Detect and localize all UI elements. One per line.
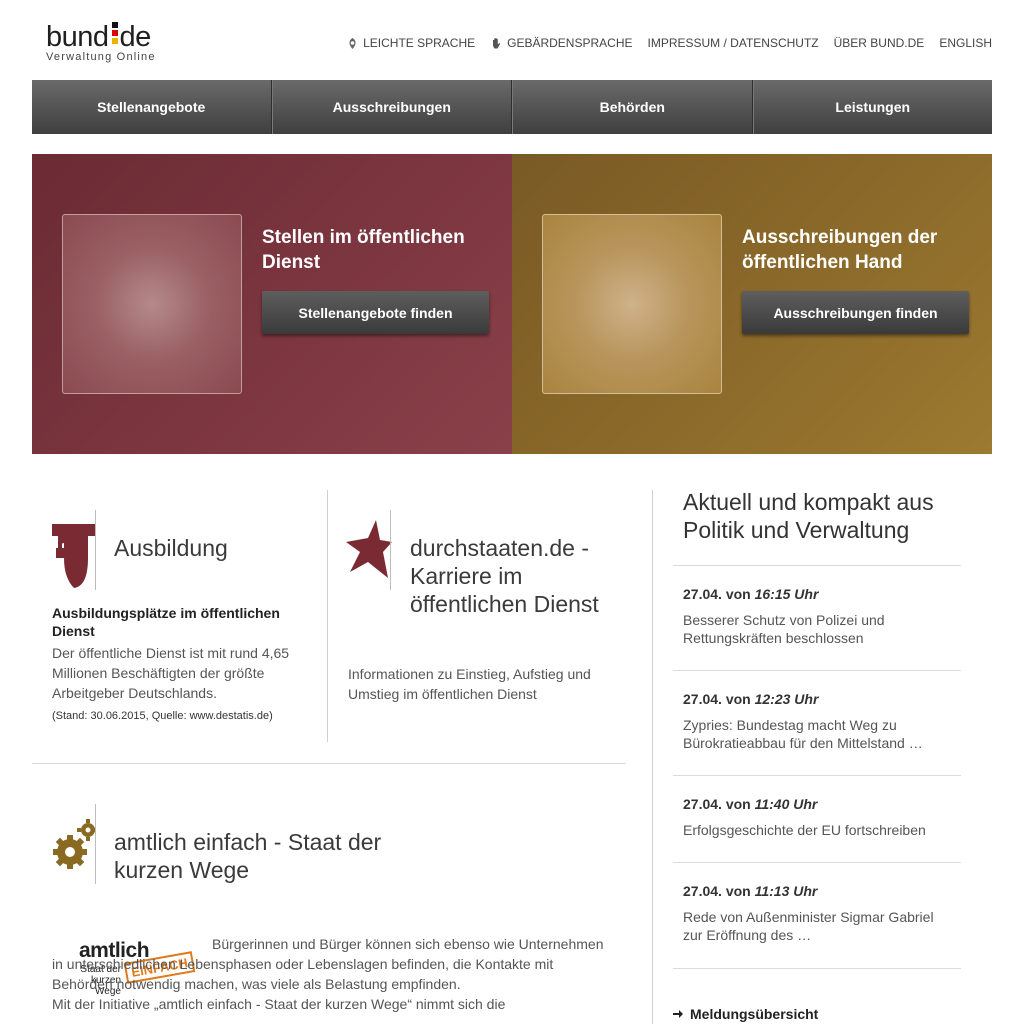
news-date: 27.04. von 12:23 Uhr bbox=[683, 691, 951, 707]
nav-behoerden[interactable]: Behörden bbox=[512, 80, 753, 134]
news-text[interactable]: Zypries: Bundestag macht Weg zu Bürokrat… bbox=[683, 716, 951, 752]
news-item[interactable]: 27.04. von 11:13 Uhr Rede von Außenminis… bbox=[673, 862, 961, 968]
leichte-sprache-label: LEICHTE SPRACHE bbox=[363, 36, 476, 50]
hero-stellen-title: Stellen im öffentlichen Dienst bbox=[262, 227, 465, 273]
news-date-von: von bbox=[725, 691, 751, 707]
gears-icon bbox=[52, 818, 96, 872]
column-divider bbox=[652, 490, 653, 1024]
amtlich-icon-divider bbox=[95, 804, 96, 884]
hero-section: Stellen im öffentlichen Dienst Stellenan… bbox=[32, 154, 992, 454]
news-item[interactable]: 27.04. von 11:40 Uhr Erfolgsgeschichte d… bbox=[673, 775, 961, 862]
news-date-time: 16:15 Uhr bbox=[754, 586, 819, 602]
news-date-time: 11:40 Uhr bbox=[754, 796, 818, 812]
hero-stellen-image bbox=[62, 214, 242, 394]
news-item[interactable]: 27.04. von 12:23 Uhr Zypries: Bundestag … bbox=[673, 670, 961, 775]
news-text[interactable]: Erfolgsgeschichte der EU fortschreiben bbox=[683, 821, 951, 839]
ausbildung-note: (Stand: 30.06.2015, Quelle: www.destatis… bbox=[52, 710, 273, 722]
impressum-label: IMPRESSUM / DATENSCHUTZ bbox=[647, 36, 819, 50]
gebaerdensprache-label: GEBÄRDENSPRACHE bbox=[507, 36, 633, 50]
ausbildung-text: Der öffentliche Dienst ist mit rund 4,65… bbox=[52, 645, 290, 701]
ausbildung-subtitle[interactable]: Ausbildungsplätze im öffentlichen Dienst bbox=[52, 604, 314, 640]
logo-bund-text: bund bbox=[46, 21, 109, 53]
leichte-sprache-link[interactable]: LEICHTE SPRACHE bbox=[346, 36, 475, 50]
teaser-divider-vertical bbox=[327, 490, 328, 742]
news-date: 27.04. von 11:40 Uhr bbox=[683, 796, 951, 812]
hero-ausschreibungen-title: Ausschreibungen der öffentlichen Hand bbox=[742, 227, 938, 273]
news-date-day: 27.04. bbox=[683, 796, 722, 812]
nav-stellenangebote[interactable]: Stellenangebote bbox=[32, 80, 272, 134]
news-text[interactable]: Besserer Schutz von Polizei und Rettungs… bbox=[683, 611, 951, 647]
news-date-time: 11:13 Uhr bbox=[754, 883, 818, 899]
impressum-link[interactable]: IMPRESSUM / DATENSCHUTZ bbox=[648, 36, 819, 50]
news-date-day: 27.04. bbox=[683, 691, 722, 707]
english-label: ENGLISH bbox=[939, 36, 992, 50]
hand-icon bbox=[493, 37, 501, 48]
news-date-day: 27.04. bbox=[683, 883, 722, 899]
durchstaaten-title[interactable]: durchstaaten.de - Karriere im öffentlich… bbox=[410, 534, 620, 618]
hero-ausschreibungen-panel: Ausschreibungen der öffentlichen Hand Au… bbox=[512, 154, 992, 454]
news-date-von: von bbox=[725, 796, 751, 812]
news-text[interactable]: Rede von Außenminister Sigmar Gabriel zu… bbox=[683, 908, 951, 944]
durchstaaten-text: Informationen zu Einstieg, Aufstieg und … bbox=[348, 666, 591, 702]
amtlich-text-p1: Bürgerinnen und Bürger können sich ebens… bbox=[52, 936, 604, 992]
news-heading: Aktuell und kompakt aus Politik und Verw… bbox=[683, 489, 934, 543]
news-date-von: von bbox=[725, 586, 751, 602]
teaser-divider-horizontal bbox=[32, 763, 626, 764]
logo-wordmark: bund de bbox=[46, 20, 186, 52]
ausbildung-icon-divider bbox=[95, 510, 96, 590]
hero-ausschreibungen-image bbox=[542, 214, 722, 394]
meldungsuebersicht-label: Meldungsübersicht bbox=[690, 1006, 819, 1022]
meldungsuebersicht-link[interactable]: Meldungsübersicht bbox=[673, 1006, 818, 1022]
news-item[interactable]: 27.04. von 16:15 Uhr Besserer Schutz von… bbox=[673, 565, 961, 670]
amtlich-text: Bürgerinnen und Bürger können sich ebens… bbox=[52, 934, 612, 1014]
news-date-von: von bbox=[725, 883, 751, 899]
news-date: 27.04. von 16:15 Uhr bbox=[683, 586, 951, 602]
ueber-bund-label: ÜBER BUND.DE bbox=[833, 36, 925, 50]
english-link[interactable]: ENGLISH bbox=[939, 36, 992, 50]
ausbildung-title[interactable]: Ausbildung bbox=[114, 534, 228, 562]
news-date-day: 27.04. bbox=[683, 586, 722, 602]
amtlich-title[interactable]: amtlich einfach - Staat der kurzen Wege bbox=[114, 828, 414, 884]
flag-icon bbox=[111, 22, 118, 48]
stellenangebote-finden-button[interactable]: Stellenangebote finden bbox=[262, 291, 489, 334]
nav-ausschreibungen[interactable]: Ausschreibungen bbox=[271, 80, 512, 134]
hero-stellen-panel: Stellen im öffentlichen Dienst Stellenan… bbox=[32, 154, 512, 454]
amtlich-text-p2: Mit der Initiative „amtlich einfach - St… bbox=[52, 996, 506, 1012]
news-date-time: 12:23 Uhr bbox=[754, 691, 819, 707]
leichte-sprache-icon bbox=[349, 37, 356, 49]
ausschreibungen-finden-button[interactable]: Ausschreibungen finden bbox=[742, 291, 969, 334]
gebaerdensprache-link[interactable]: GEBÄRDENSPRACHE bbox=[490, 36, 633, 50]
graduation-cap-icon bbox=[52, 518, 96, 588]
star-icon bbox=[346, 518, 392, 580]
durchstaaten-icon-divider bbox=[390, 510, 391, 590]
news-date: 27.04. von 11:13 Uhr bbox=[683, 883, 951, 899]
logo-de-text: de bbox=[119, 21, 152, 53]
ueber-bund-link[interactable]: ÜBER BUND.DE bbox=[834, 36, 925, 50]
news-list: 27.04. von 16:15 Uhr Besserer Schutz von… bbox=[673, 565, 961, 969]
news-list-end bbox=[673, 968, 961, 969]
nav-leistungen[interactable]: Leistungen bbox=[752, 80, 993, 134]
bund-logo[interactable]: bund de Verwaltung Online bbox=[46, 20, 186, 66]
arrow-right-icon bbox=[673, 1010, 683, 1018]
main-navigation: Stellenangebote Ausschreibungen Behörden… bbox=[32, 80, 992, 134]
meta-navigation: LEICHTE SPRACHE GEBÄRDENSPRACHE IMPRESSU… bbox=[346, 36, 992, 50]
